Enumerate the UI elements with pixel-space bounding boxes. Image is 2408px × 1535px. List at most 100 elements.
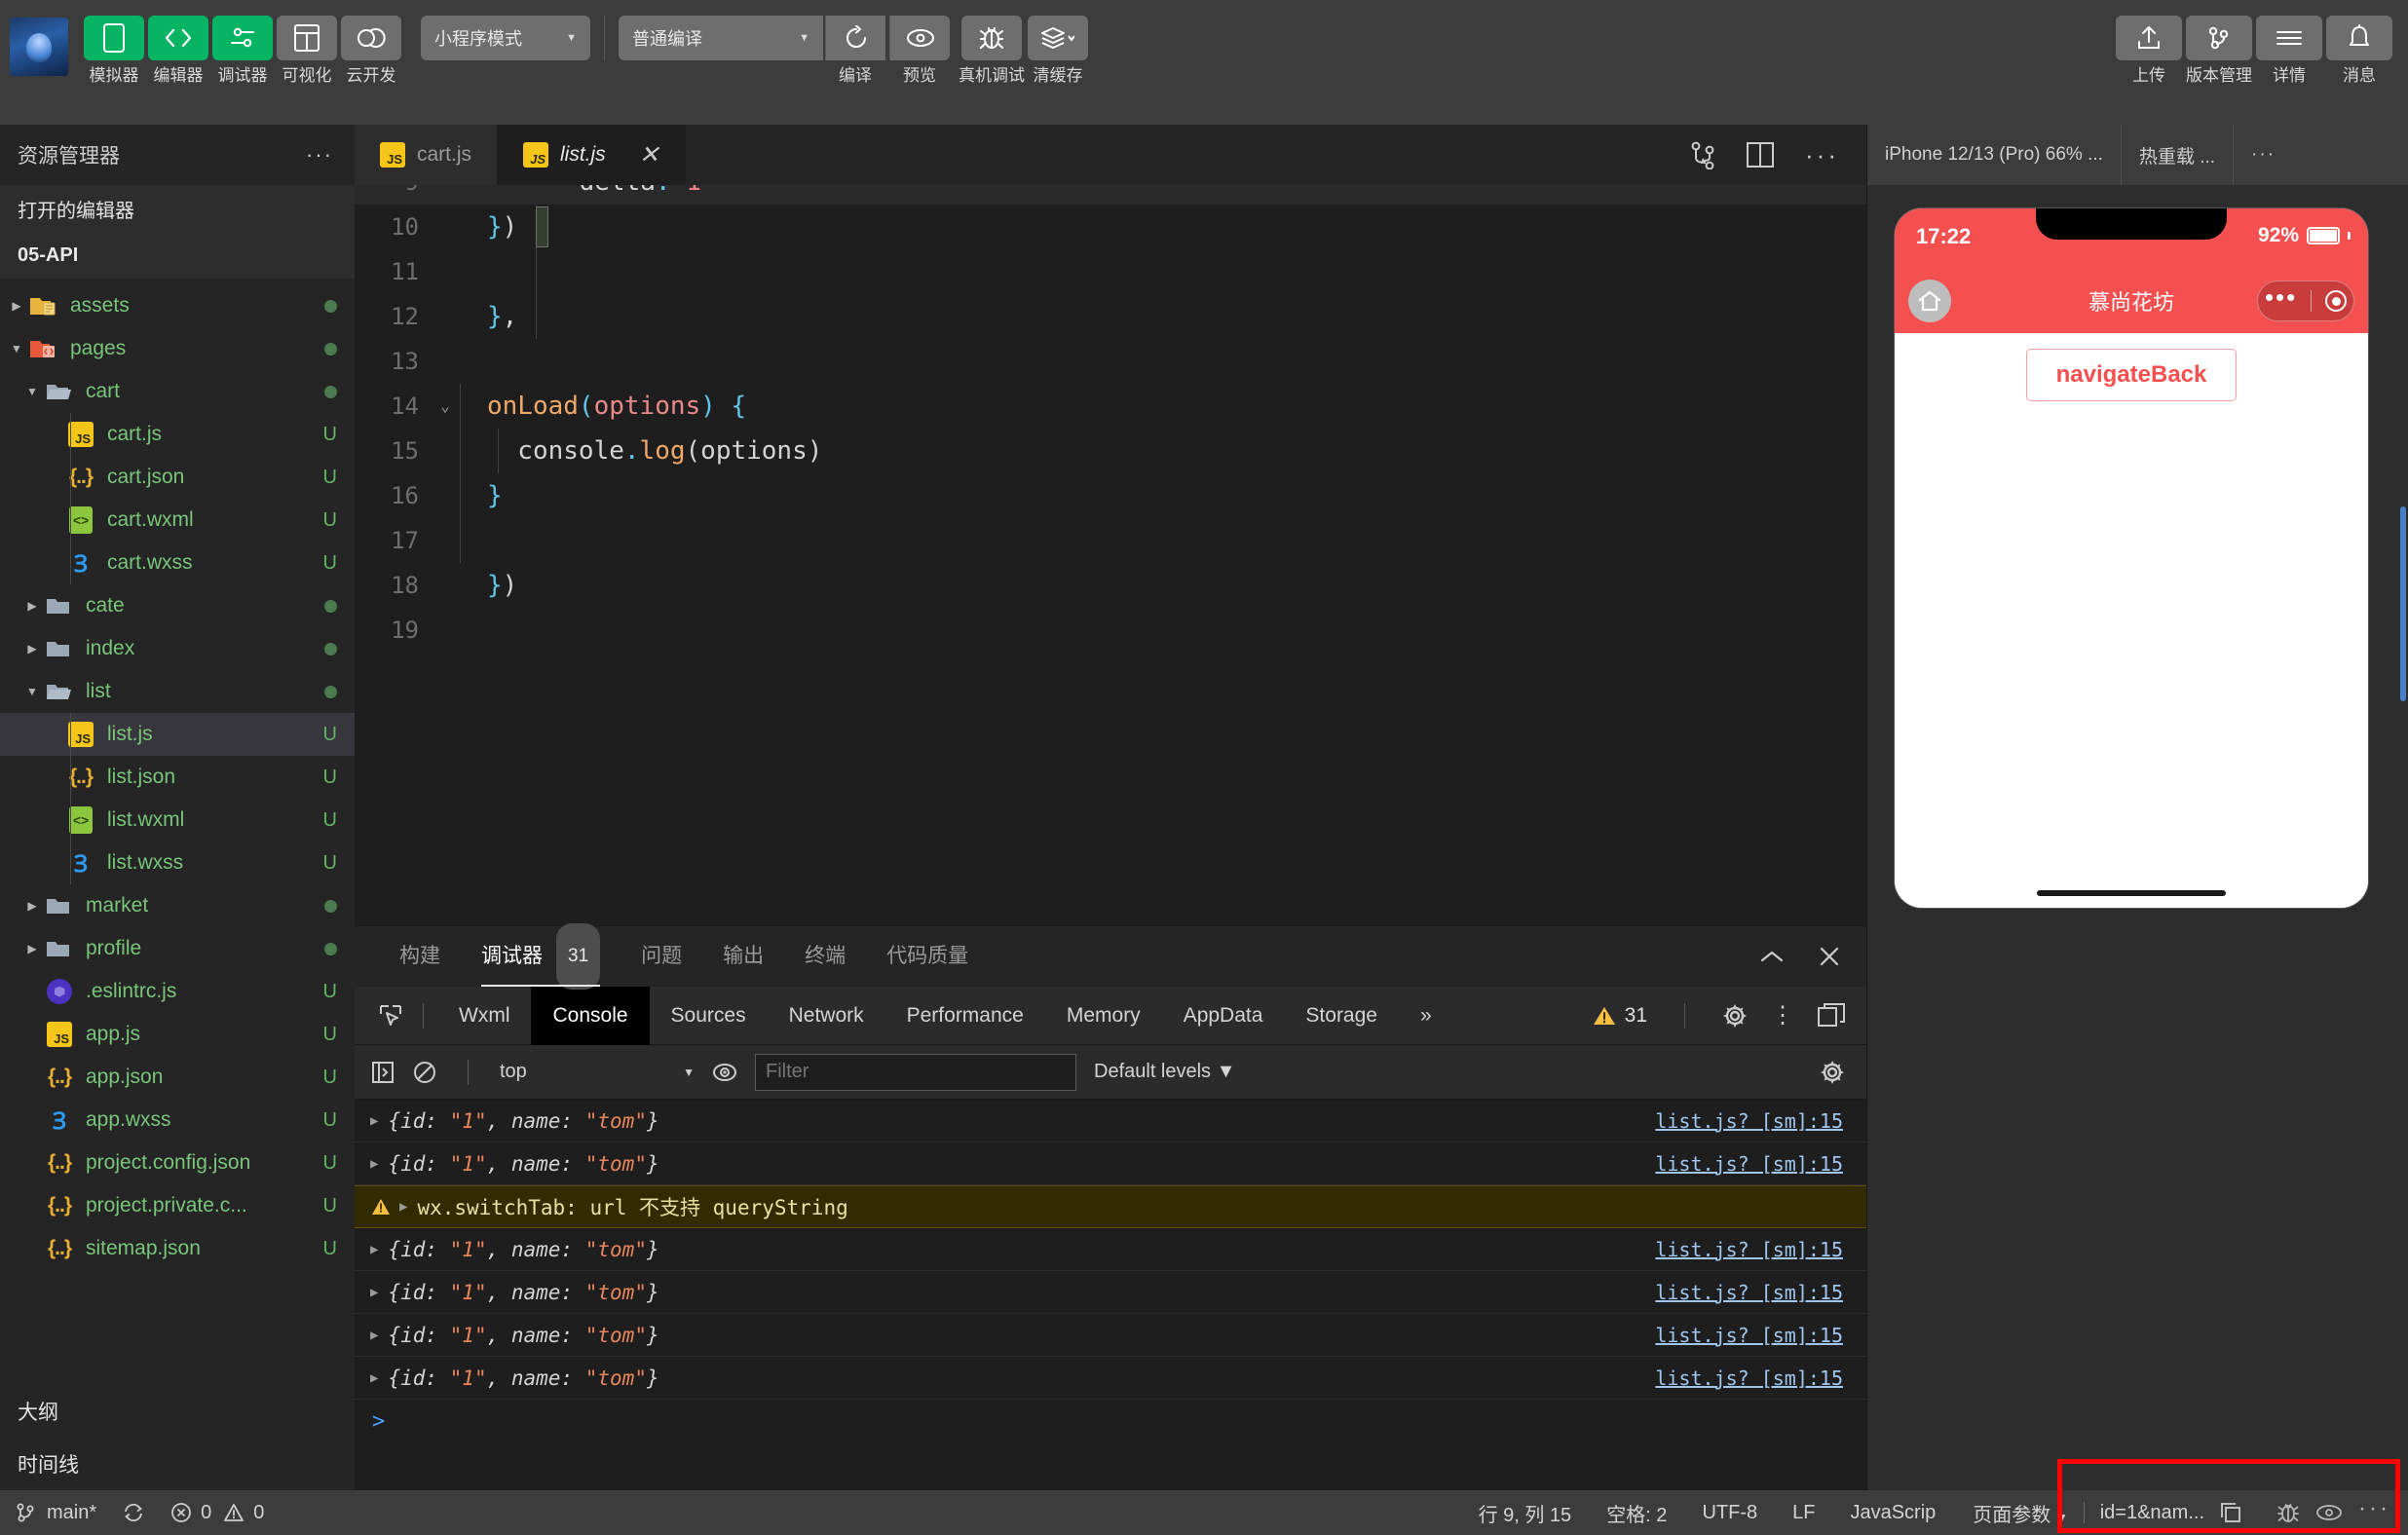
panel-tab[interactable]: 终端	[805, 926, 846, 987]
toolbar-clearcache-button[interactable]: 清缓存	[1028, 16, 1088, 84]
cursor-position[interactable]: 行 9, 列 15	[1479, 1499, 1572, 1527]
page-params-select[interactable]: 页面参数 ▼	[1973, 1499, 2067, 1527]
tree-file-app-json[interactable]: {..} app.json U	[0, 1056, 355, 1099]
tree-file-sitemap-json[interactable]: {..} sitemap.json U	[0, 1227, 355, 1270]
panel-tab[interactable]: 调试器 31	[481, 923, 601, 990]
tree-folder-index[interactable]: ▶ index	[0, 627, 355, 670]
hotreload-select[interactable]: 热重载 ...	[2122, 125, 2233, 185]
twisty-icon[interactable]: ▼	[21, 385, 43, 398]
expand-arrow-icon[interactable]: ▶	[399, 1199, 407, 1215]
inspect-element-icon[interactable]	[372, 1003, 409, 1029]
toolbar-preview-button[interactable]: 预览	[889, 16, 950, 84]
console-log-row[interactable]: ▶ {id: "1", name: "tom"} list.js? [sm]:15	[355, 1228, 1866, 1271]
tree-file-list-json[interactable]: {..} list.json U	[0, 756, 355, 799]
console-log-source[interactable]: list.js? [sm]:15	[1655, 1152, 1866, 1176]
line-ending[interactable]: LF	[1792, 1502, 1815, 1524]
console-log-source[interactable]: list.js? [sm]:15	[1655, 1367, 1866, 1390]
language-mode[interactable]: JavaScrip	[1850, 1502, 1936, 1524]
tree-file--eslintrc-js[interactable]: .eslintrc.js U	[0, 970, 355, 1013]
tree-file-project-private-c---[interactable]: {..} project.private.c... U	[0, 1184, 355, 1227]
console-output[interactable]: ▶ {id: "1", name: "tom"} list.js? [sm]:15 ▶…	[355, 1100, 1866, 1490]
devtools-tab[interactable]: Console	[531, 986, 650, 1045]
devtools-tab[interactable]: Wxml	[437, 987, 531, 1045]
sidebar-timeline-section[interactable]: 时间线	[0, 1438, 355, 1490]
dock-side-icon[interactable]	[1818, 1002, 1845, 1029]
statusbar-sync-icon[interactable]	[122, 1501, 145, 1524]
statusbar-more-icon[interactable]: ···	[2358, 1497, 2390, 1520]
tree-folder-cart[interactable]: ▼ cart	[0, 370, 355, 413]
twisty-icon[interactable]: ▶	[6, 299, 27, 313]
copy-icon[interactable]	[2220, 1502, 2241, 1523]
eye-icon[interactable]	[2315, 1504, 2343, 1521]
tree-file-cart-json[interactable]: {..} cart.json U	[0, 456, 355, 499]
panel-tab[interactable]: 构建	[399, 926, 440, 987]
live-expression-icon[interactable]	[712, 1062, 737, 1083]
expand-arrow-icon[interactable]: ▶	[370, 1285, 378, 1300]
tree-file-list-wxml[interactable]: <> list.wxml U	[0, 799, 355, 842]
toolbar-editor-button[interactable]: 编辑器	[148, 16, 208, 84]
toolbar-debugger-button[interactable]: 调试器	[212, 16, 273, 84]
toolbar-simulator-button[interactable]: 模拟器	[84, 16, 144, 84]
tree-file-cart-wxml[interactable]: <> cart.wxml U	[0, 499, 355, 542]
console-sidebar-toggle-icon[interactable]	[372, 1061, 395, 1084]
toolbar-cloud-button[interactable]: 云开发	[341, 16, 401, 84]
console-log-row[interactable]: ▶ {id: "1", name: "tom"} list.js? [sm]:15	[355, 1271, 1866, 1314]
mode-select[interactable]: 小程序模式 ▼	[421, 16, 590, 60]
console-log-row[interactable]: ▶ {id: "1", name: "tom"} list.js? [sm]:15	[355, 1357, 1866, 1400]
tree-folder-market[interactable]: ▶ market	[0, 884, 355, 927]
tree-file-app-js[interactable]: JS app.js U	[0, 1013, 355, 1056]
fold-icon[interactable]: ⌄	[431, 384, 460, 429]
console-log-row[interactable]: ▶ wx.switchTab: url 不支持 queryString	[355, 1185, 1866, 1228]
expand-arrow-icon[interactable]: ▶	[370, 1328, 378, 1343]
editor-tab-list-js[interactable]: JS list.js ✕	[498, 125, 686, 185]
wechat-capsule[interactable]: •••	[2257, 281, 2354, 321]
console-prompt[interactable]: >	[355, 1400, 1866, 1442]
twisty-icon[interactable]: ▶	[21, 899, 43, 913]
twisty-icon[interactable]: ▶	[21, 942, 43, 955]
console-context-select[interactable]: top ▼	[500, 1061, 695, 1083]
toolbar-version-button[interactable]: 版本管理	[2186, 16, 2252, 84]
tree-folder-assets[interactable]: ▶ assets	[0, 284, 355, 327]
toolbar-visual-button[interactable]: 可视化	[277, 16, 337, 84]
settings-gear-icon[interactable]	[1722, 1003, 1748, 1029]
compile-select[interactable]: 普通编译 ▼	[619, 16, 823, 60]
expand-arrow-icon[interactable]: ▶	[370, 1156, 378, 1172]
toolbar-message-button[interactable]: 消息	[2326, 16, 2392, 84]
tree-file-app-wxss[interactable]: Ɜapp.wxss U	[0, 1099, 355, 1142]
twisty-icon[interactable]: ▶	[21, 642, 43, 655]
devtools-tab[interactable]: »	[1399, 987, 1453, 1045]
split-branch-icon[interactable]	[1690, 140, 1715, 169]
home-icon[interactable]	[1908, 280, 1951, 322]
close-panel-icon[interactable]	[1818, 945, 1841, 968]
statusbar-branch[interactable]: main*	[16, 1502, 96, 1524]
expand-arrow-icon[interactable]: ▶	[370, 1242, 378, 1257]
toolbar-upload-button[interactable]: 上传	[2116, 16, 2182, 84]
toolbar-compile-button[interactable]: 编译	[825, 16, 885, 84]
panel-tab[interactable]: 问题	[641, 926, 682, 987]
navigate-back-button[interactable]: navigateBack	[2026, 349, 2237, 401]
tree-file-cart-js[interactable]: JS cart.js U	[0, 413, 355, 456]
twisty-icon[interactable]: ▼	[21, 685, 43, 698]
toolbar-details-button[interactable]: 详情	[2256, 16, 2322, 84]
console-log-source[interactable]: list.js? [sm]:15	[1655, 1109, 1866, 1133]
panel-tab[interactable]: 输出	[723, 926, 764, 987]
console-log-source[interactable]: list.js? [sm]:15	[1655, 1324, 1866, 1347]
tree-file-list-js[interactable]: JS list.js U	[0, 713, 355, 756]
expand-arrow-icon[interactable]: ▶	[370, 1113, 378, 1129]
clear-console-icon[interactable]	[413, 1061, 436, 1084]
console-log-row[interactable]: ▶ {id: "1", name: "tom"} list.js? [sm]:15	[355, 1314, 1866, 1357]
console-levels-select[interactable]: Default levels ▼	[1094, 1061, 1235, 1083]
console-log-row[interactable]: ▶ {id: "1", name: "tom"} list.js? [sm]:15	[355, 1142, 1866, 1185]
editor-tab-cart-js[interactable]: JS cart.js	[355, 125, 499, 185]
tree-file-project-config-json[interactable]: {..} project.config.json U	[0, 1142, 355, 1184]
twisty-icon[interactable]: ▶	[21, 599, 43, 613]
indent-setting[interactable]: 空格: 2	[1606, 1499, 1667, 1527]
sidebar-outline-section[interactable]: 大纲	[0, 1385, 355, 1438]
devtools-tab[interactable]: Network	[768, 987, 885, 1045]
devtools-tab[interactable]: Storage	[1284, 987, 1399, 1045]
tree-file-cart-wxss[interactable]: Ɜcart.wxss U	[0, 542, 355, 584]
tree-file-list-wxss[interactable]: Ɜlist.wxss U	[0, 842, 355, 884]
tree-folder-cate[interactable]: ▶ cate	[0, 584, 355, 627]
statusbar-warnings[interactable]: 0	[223, 1502, 264, 1524]
project-root[interactable]: 05-API	[0, 232, 355, 279]
